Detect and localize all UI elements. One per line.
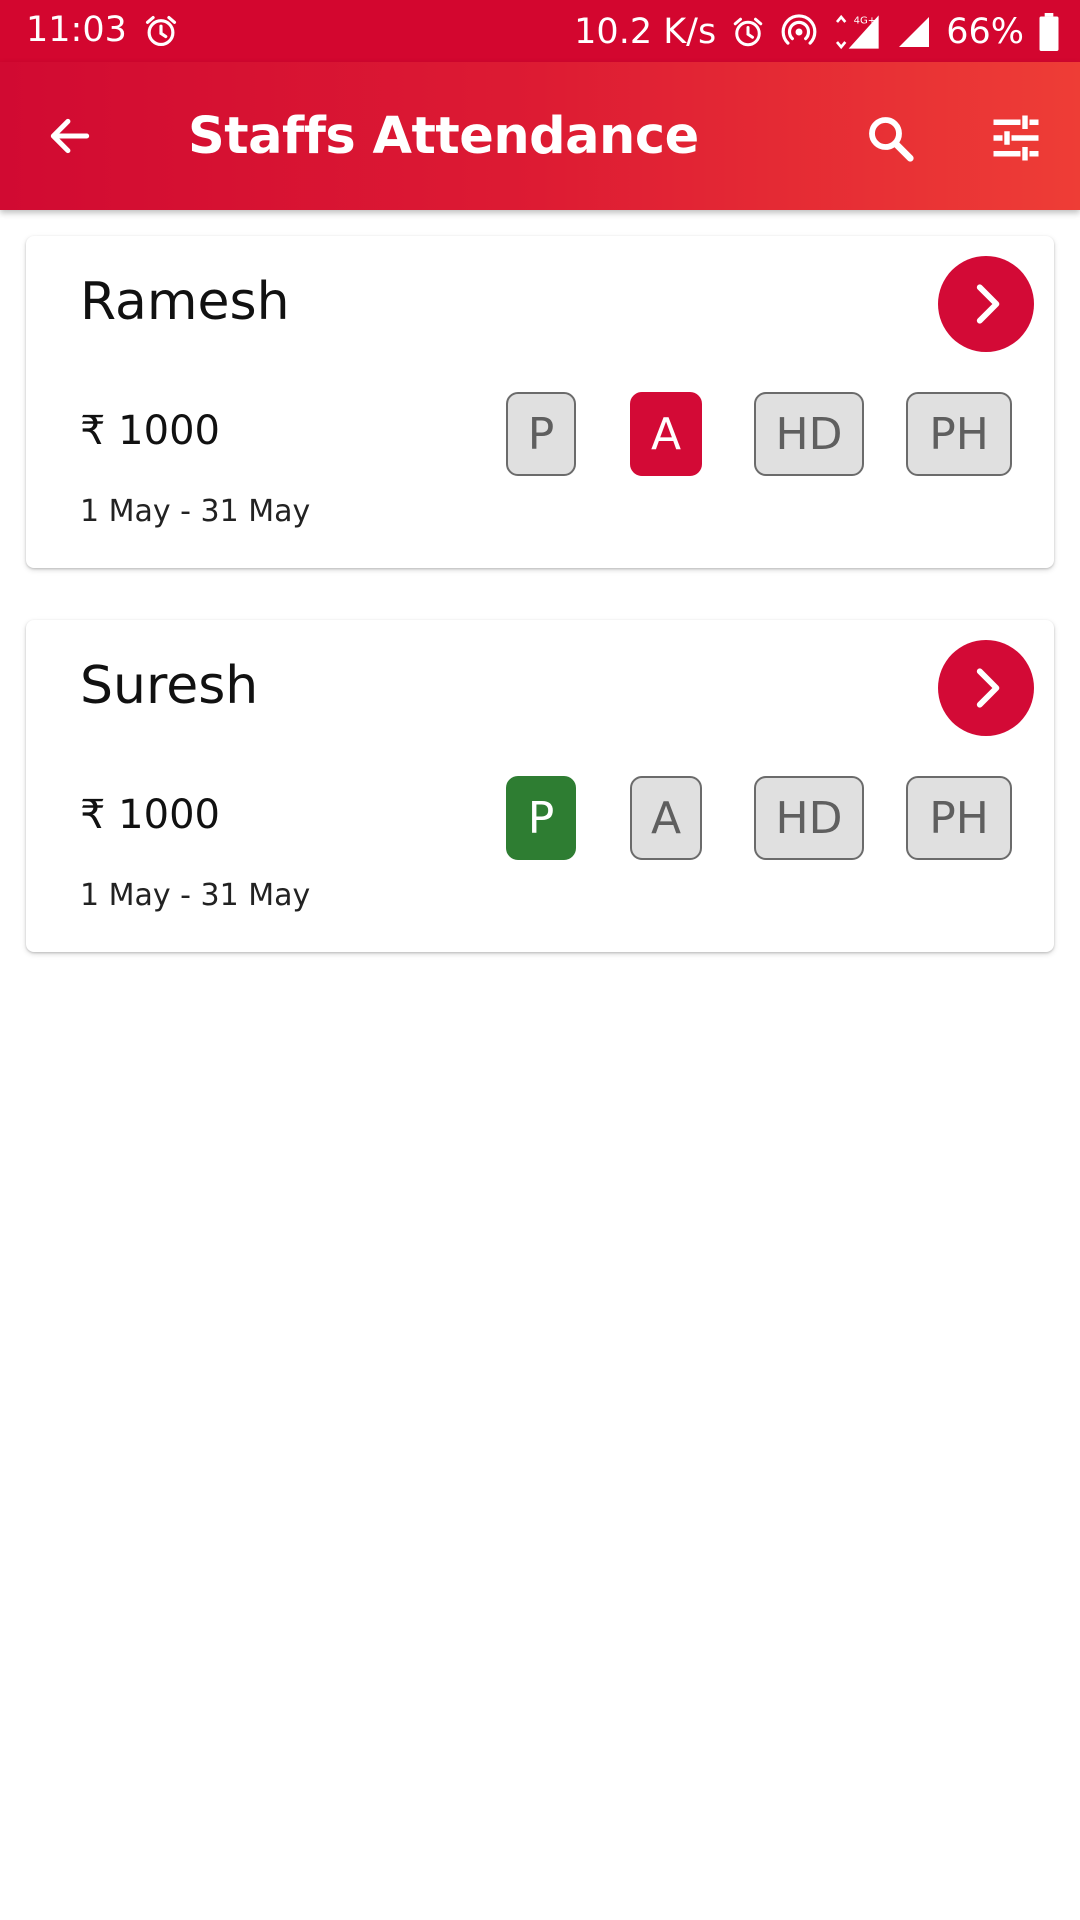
status-present-chip[interactable]: P <box>506 776 576 860</box>
chevron-right-icon <box>976 284 1000 324</box>
status-bar: 11:03 10.2 K/s 4G+ 66% <box>0 0 1080 62</box>
alarm-icon <box>142 12 180 50</box>
signal-icon <box>896 14 932 50</box>
network-type: 4G+ <box>854 16 877 27</box>
status-present-chip[interactable]: P <box>506 392 576 476</box>
network-speed: 10.2 K/s <box>574 12 717 52</box>
status-time: 11:03 <box>26 10 127 50</box>
search-button[interactable] <box>858 106 922 170</box>
staff-name: Ramesh <box>80 272 290 332</box>
page-title: Staffs Attendance <box>188 107 699 166</box>
staff-card: Ramesh ₹ 1000 1 May - 31 May P A HD PH <box>26 236 1054 568</box>
staff-period: 1 May - 31 May <box>80 878 311 913</box>
tune-icon <box>993 115 1039 161</box>
staff-amount: ₹ 1000 <box>80 408 220 454</box>
search-icon <box>869 117 914 162</box>
status-paid-holiday-chip[interactable]: PH <box>906 392 1012 476</box>
app-bar: Staffs Attendance <box>0 62 1080 210</box>
battery-icon <box>1038 13 1060 51</box>
open-staff-button[interactable] <box>938 256 1034 352</box>
hotspot-icon <box>780 13 818 51</box>
staff-amount: ₹ 1000 <box>80 792 220 838</box>
open-staff-button[interactable] <box>938 640 1034 736</box>
status-icons: 10.2 K/s 4G+ 66% <box>560 10 1060 54</box>
alarm-icon <box>730 14 766 50</box>
status-absent-chip[interactable]: A <box>630 776 702 860</box>
status-half-day-chip[interactable]: HD <box>754 392 864 476</box>
staff-period: 1 May - 31 May <box>80 494 311 529</box>
staff-name: Suresh <box>80 656 259 716</box>
arrow-back-icon <box>50 118 90 154</box>
back-button[interactable] <box>40 106 100 166</box>
signal-4g-icon: 4G+ <box>832 12 882 52</box>
battery-percent: 66% <box>946 12 1024 52</box>
status-half-day-chip[interactable]: HD <box>754 776 864 860</box>
staff-card: Suresh ₹ 1000 1 May - 31 May P A HD PH <box>26 620 1054 952</box>
status-absent-chip[interactable]: A <box>630 392 702 476</box>
chevron-right-icon <box>976 668 1000 708</box>
status-paid-holiday-chip[interactable]: PH <box>906 776 1012 860</box>
filter-button[interactable] <box>984 106 1048 170</box>
